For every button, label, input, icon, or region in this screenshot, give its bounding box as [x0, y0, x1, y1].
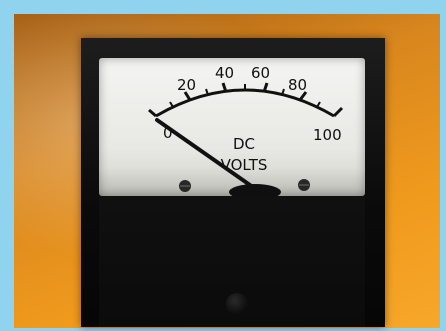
tick-label-100: 100 [313, 126, 342, 144]
minor-tick [169, 101, 174, 108]
tick-label-80: 80 [288, 76, 307, 94]
tick-label-40: 40 [215, 64, 234, 82]
tick-label-60: 60 [251, 64, 270, 82]
image-border: 0 20 40 60 80 100 DC VOLTS [0, 0, 446, 331]
major-tick-100 [332, 106, 344, 118]
zero-adjust-knob-icon [226, 293, 248, 315]
meter-dial-face: 0 20 40 60 80 100 DC VOLTS [99, 58, 365, 200]
analog-voltmeter: 0 20 40 60 80 100 DC VOLTS [81, 38, 385, 327]
orange-backdrop: 0 20 40 60 80 100 DC VOLTS [14, 14, 440, 328]
major-tick-0 [148, 108, 157, 118]
tick-label-20: 20 [177, 76, 196, 94]
unit-label-dc: DC [233, 135, 255, 153]
minor-tick [316, 101, 321, 108]
